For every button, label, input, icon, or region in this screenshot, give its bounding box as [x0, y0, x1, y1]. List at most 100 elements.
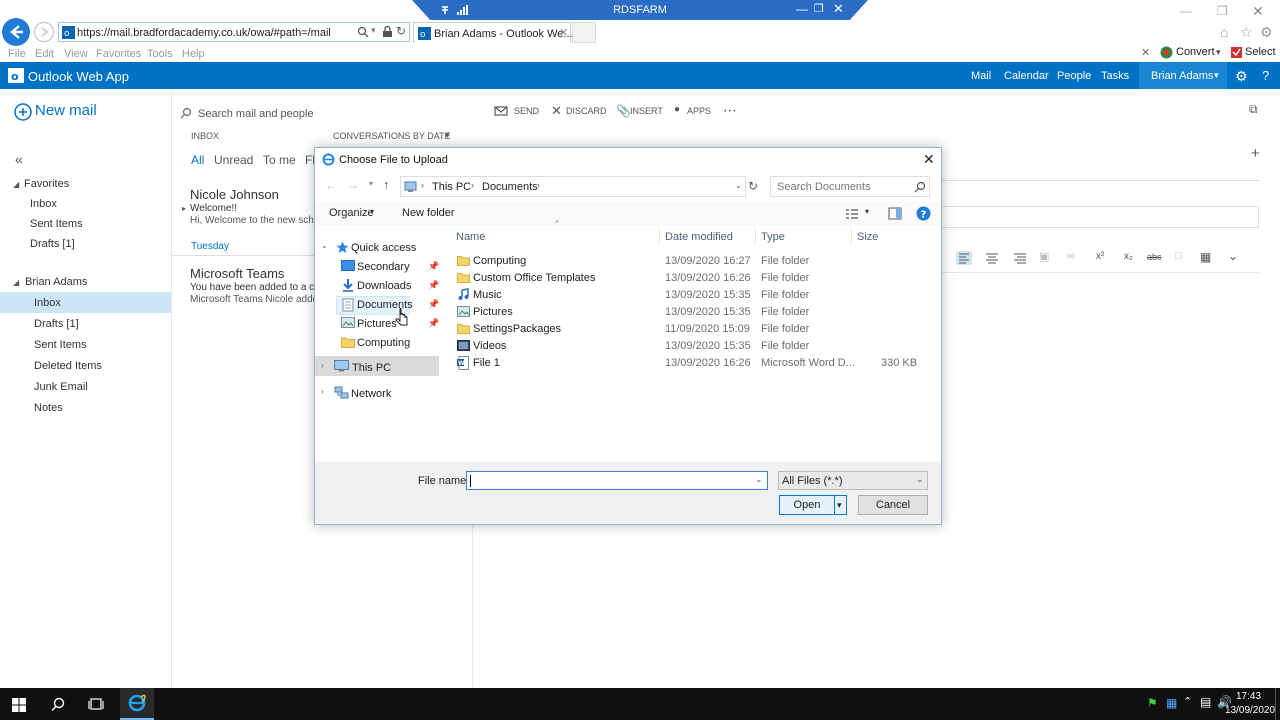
file-row[interactable]: Computing 13/09/2020 16:27 File folder: [447, 253, 917, 270]
tray-network-icon[interactable]: ▤: [1200, 695, 1211, 709]
menu-tools[interactable]: Tools: [147, 48, 173, 60]
user-menu[interactable]: Brian Adams ▾: [1139, 62, 1227, 89]
column-divider[interactable]: [755, 228, 756, 244]
network-expand-icon[interactable]: ›: [321, 387, 324, 396]
filter-unread[interactable]: Unread: [214, 153, 253, 167]
send-button[interactable]: SEND: [514, 106, 539, 116]
add-recipient-icon[interactable]: +: [1251, 145, 1260, 162]
folder-deleted-items[interactable]: Deleted Items: [34, 360, 102, 372]
rds-close-button[interactable]: ✕: [833, 1, 844, 17]
this-pc-expand-icon[interactable]: ›: [321, 361, 324, 370]
folder-notes[interactable]: Notes: [34, 402, 63, 414]
organize-button[interactable]: Organize: [329, 207, 374, 219]
tray-time[interactable]: 17:43: [1236, 691, 1261, 702]
more-options-icon[interactable]: ⋯: [723, 102, 738, 119]
subject-field[interactable]: [942, 206, 1259, 228]
view-options-icon[interactable]: [845, 208, 859, 220]
forward-button[interactable]: [34, 22, 54, 42]
fav-inbox[interactable]: Inbox: [30, 198, 57, 210]
nav-this-pc[interactable]: This PC: [352, 362, 391, 374]
nav-network[interactable]: Network: [351, 388, 391, 400]
account-header[interactable]: Brian Adams: [25, 276, 87, 288]
ltr-icon[interactable]: □: [1175, 250, 1182, 262]
align-center-icon[interactable]: [985, 252, 999, 264]
account-collapse-icon[interactable]: ◢: [13, 278, 19, 287]
breadcrumb-this-pc[interactable]: This PC: [432, 181, 471, 193]
nav-tasks[interactable]: Tasks: [1101, 70, 1129, 82]
column-type[interactable]: Type: [761, 231, 785, 243]
show-desktop-button[interactable]: [1275, 688, 1276, 720]
collapse-pane-icon[interactable]: «: [15, 151, 23, 167]
file-row[interactable]: Pictures 13/09/2020 15:35 File folder: [447, 304, 917, 321]
tray-app-icon[interactable]: ⚑: [1147, 696, 1158, 710]
folder-drafts[interactable]: Drafts [1]: [34, 318, 79, 330]
table-icon[interactable]: ▦: [1200, 250, 1211, 264]
filter-all[interactable]: All: [191, 153, 204, 167]
tools-gear-icon[interactable]: ⚙: [1260, 24, 1273, 41]
folder-inbox-selected[interactable]: [0, 292, 171, 313]
dialog-forward-button[interactable]: →: [347, 178, 359, 192]
subscript-icon[interactable]: x₂: [1124, 251, 1133, 262]
more-format-icon[interactable]: ⌄: [1228, 249, 1238, 263]
message-item[interactable]: Microsoft Teams You have been added to a…: [180, 263, 322, 313]
file-name-input[interactable]: ⌄: [466, 471, 768, 490]
menu-file[interactable]: File: [8, 48, 26, 60]
search-mail-input[interactable]: Search mail and people: [198, 108, 314, 120]
help-icon[interactable]: ?: [1262, 68, 1269, 83]
file-row[interactable]: Music 13/09/2020 15:35 File folder: [447, 287, 917, 304]
organize-dropdown-icon[interactable]: ▾: [370, 207, 374, 216]
open-dropdown-icon[interactable]: ▾: [837, 496, 842, 514]
align-right-icon[interactable]: [1013, 252, 1027, 264]
search-icon[interactable]: [357, 26, 369, 38]
file-type-select[interactable]: All Files (*.*) ⌄: [778, 471, 928, 490]
convert-button[interactable]: Convert: [1176, 46, 1215, 58]
lock-icon[interactable]: [382, 26, 393, 38]
file-name-dropdown-icon[interactable]: ⌄: [755, 474, 763, 485]
apps-button[interactable]: APPS: [687, 106, 711, 116]
tray-person-icon[interactable]: ▦: [1166, 696, 1177, 710]
nav-secondary[interactable]: Secondary: [357, 261, 410, 273]
nav-downloads[interactable]: Downloads: [357, 280, 411, 292]
file-row[interactable]: Custom Office Templates 13/09/2020 16:26…: [447, 270, 917, 287]
search-documents-input[interactable]: Search Documents: [770, 176, 930, 197]
browser-tab-active[interactable]: o Brian Adams - Outlook We... ✕: [413, 22, 573, 43]
breadcrumb-documents[interactable]: Documents: [482, 181, 538, 193]
insert-link-icon[interactable]: ∞: [1067, 250, 1075, 262]
nav-calendar[interactable]: Calendar: [1004, 70, 1049, 82]
favorites-header[interactable]: Favorites: [24, 178, 69, 190]
popout-icon[interactable]: ⧉: [1249, 102, 1258, 117]
discard-button[interactable]: DISCARD: [566, 106, 607, 116]
column-size[interactable]: Size: [857, 231, 878, 243]
folder-junk-email[interactable]: Junk Email: [34, 381, 88, 393]
preview-pane-icon[interactable]: [888, 207, 902, 220]
tray-date[interactable]: 13/09/2020: [1225, 705, 1275, 716]
convert-dropdown-icon[interactable]: ▾: [1216, 47, 1221, 58]
breadcrumb[interactable]: › This PC › Documents › ⌄: [400, 176, 746, 197]
new-folder-button[interactable]: New folder: [402, 207, 455, 219]
superscript-icon[interactable]: x²: [1096, 251, 1104, 262]
menu-edit[interactable]: Edit: [35, 48, 54, 60]
nav-pictures[interactable]: Pictures: [357, 318, 397, 330]
breadcrumb-dropdown-icon[interactable]: ⌄: [735, 181, 742, 190]
dialog-close-button[interactable]: ✕: [923, 151, 935, 168]
dialog-refresh-icon[interactable]: ↻: [748, 179, 758, 193]
file-row[interactable]: SettingsPackages 11/09/2020 15:09 File f…: [447, 321, 917, 338]
window-restore-button[interactable]: ❐: [1217, 4, 1228, 18]
insert-image-icon[interactable]: ▣: [1039, 250, 1049, 263]
insert-button[interactable]: INSERT: [630, 106, 663, 116]
home-icon[interactable]: ⌂: [1220, 24, 1228, 40]
nav-quick-access[interactable]: Quick access: [351, 242, 416, 254]
column-date-modified[interactable]: Date modified: [665, 231, 733, 243]
refresh-icon[interactable]: ↻: [396, 24, 406, 38]
new-mail-button[interactable]: New mail: [14, 102, 164, 122]
new-tab-button[interactable]: [572, 22, 596, 43]
window-close-button[interactable]: ✕: [1252, 3, 1264, 20]
nav-people[interactable]: People: [1057, 70, 1091, 82]
rds-minimize-button[interactable]: —: [796, 2, 808, 16]
message-item[interactable]: Nicole Johnson ▸ Welcome!! Hi, Welcome t…: [180, 184, 320, 234]
expand-thread-icon[interactable]: ▸: [182, 204, 186, 213]
dialog-back-button[interactable]: ←: [325, 178, 337, 192]
menu-view[interactable]: View: [64, 48, 88, 60]
back-button[interactable]: [2, 18, 30, 46]
close-command-bar-icon[interactable]: ✕: [1141, 46, 1150, 59]
